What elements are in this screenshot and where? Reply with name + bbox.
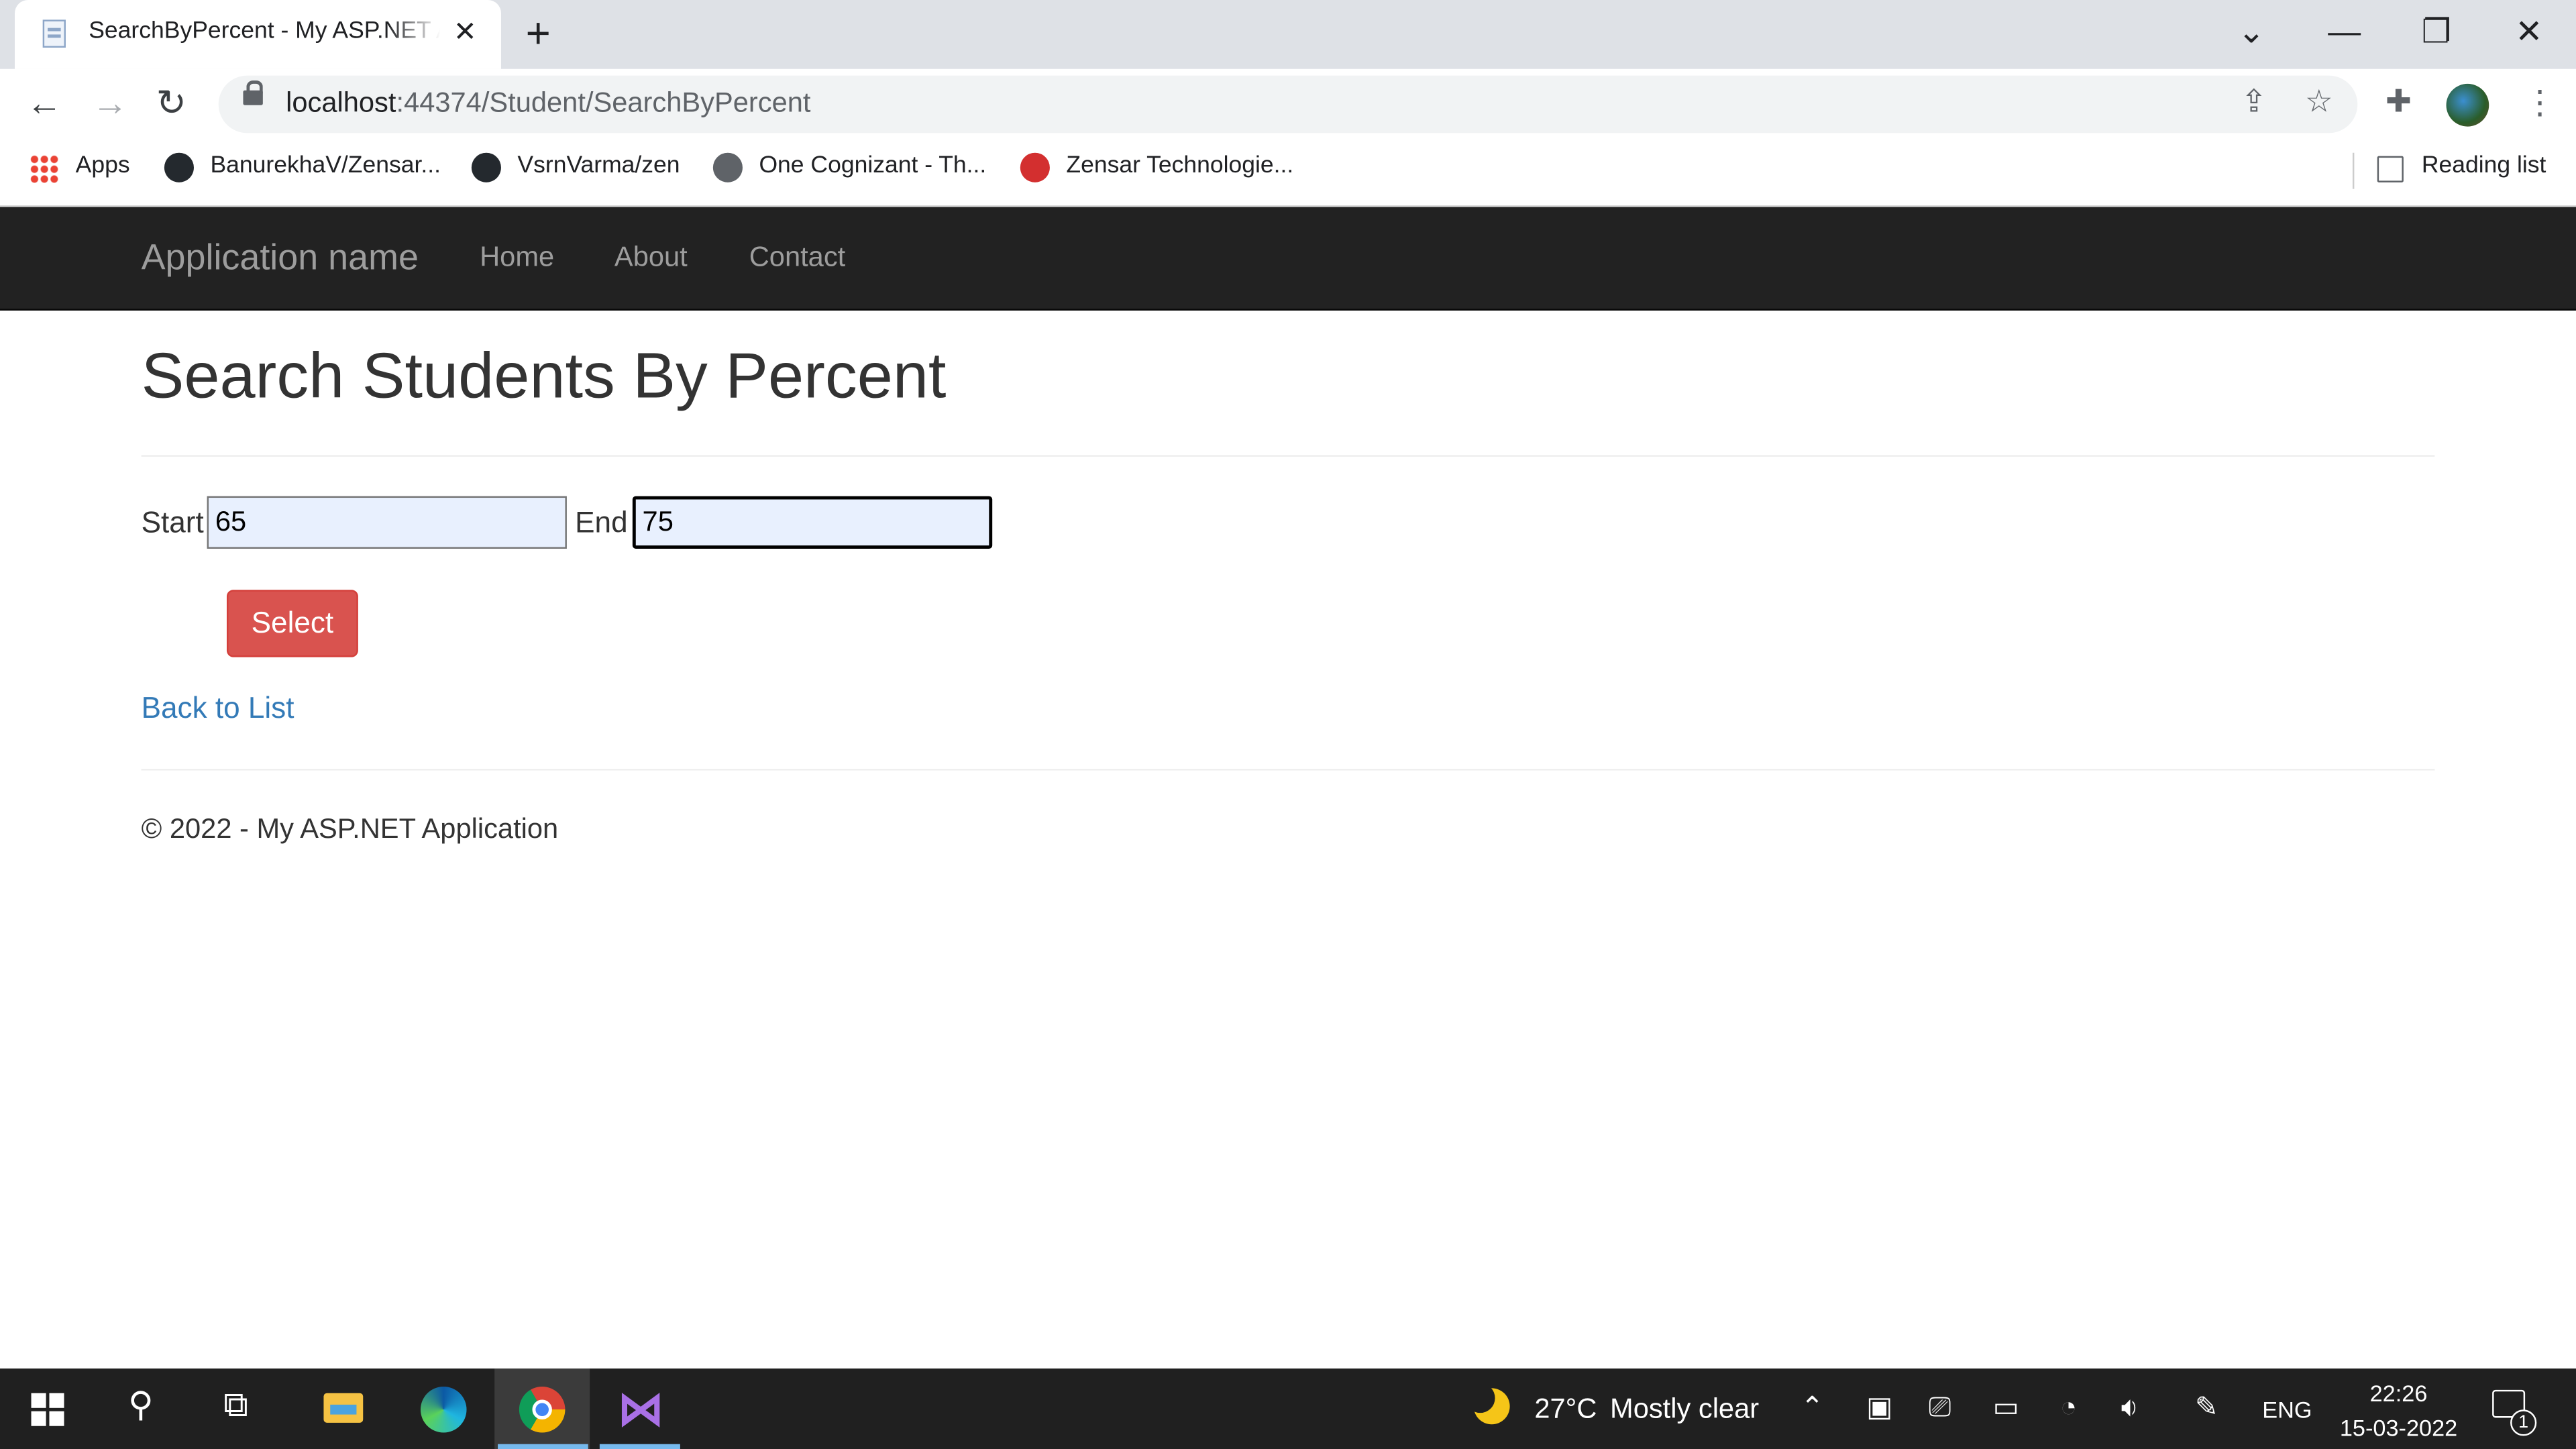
page-title: Search Students By Percent xyxy=(141,341,947,413)
tab-title: SearchByPercent - My ASP.NET Application xyxy=(89,17,440,45)
vs-running-indicator xyxy=(599,1444,680,1449)
display-icon[interactable]: ⎚ xyxy=(1929,1388,1951,1428)
volume-icon[interactable]: 🔉︎ xyxy=(2121,1388,2139,1428)
tab-close-icon[interactable]: ✕ xyxy=(453,17,477,48)
nav-about[interactable]: About xyxy=(614,241,688,274)
apps-grid-icon xyxy=(30,154,60,184)
nav-home[interactable]: Home xyxy=(480,241,554,274)
edge-icon[interactable] xyxy=(420,1386,467,1433)
file-explorer-icon[interactable] xyxy=(323,1393,364,1423)
restore-button[interactable]: ❐ xyxy=(2422,10,2451,56)
end-label: End xyxy=(575,506,628,539)
bookmark-vsrnvarma[interactable]: VsrnVarma/zen xyxy=(517,153,680,179)
page-favicon-icon xyxy=(42,19,66,48)
chrome-icon[interactable] xyxy=(519,1386,566,1433)
pen-icon[interactable]: ✎ xyxy=(2195,1388,2218,1428)
weather-moon-icon[interactable] xyxy=(1465,1383,1510,1425)
bookmark-apps[interactable]: Apps xyxy=(76,153,130,179)
url-text[interactable]: localhost:44374/Student/SearchByPercent xyxy=(286,87,810,120)
start-label: Start xyxy=(141,506,204,539)
taskbar xyxy=(0,1368,2576,1449)
footer-text: © 2022 - My ASP.NET Application xyxy=(141,813,559,845)
globe-icon xyxy=(712,152,743,182)
nav-contact[interactable]: Contact xyxy=(749,241,845,274)
minimize-button[interactable]: — xyxy=(2328,10,2361,56)
zensar-icon xyxy=(1020,152,1050,182)
bookmark-banurekhav[interactable]: BanurekhaV/Zensar... xyxy=(210,153,440,179)
back-to-list-link[interactable]: Back to List xyxy=(142,692,294,726)
clock[interactable]: 22:26 15-03-2022 xyxy=(2333,1377,2465,1446)
back-button[interactable]: ← xyxy=(26,80,62,127)
bookmark-zensar[interactable]: Zensar Technologie... xyxy=(1066,153,1293,179)
close-window-button[interactable]: ✕ xyxy=(2515,10,2542,56)
clock-date: 15-03-2022 xyxy=(2339,1414,2458,1441)
weather-text[interactable]: Mostly clear xyxy=(1610,1393,1759,1426)
chevron-up-icon[interactable]: ⌃ xyxy=(1801,1388,1824,1428)
meet-now-icon[interactable]: ▣ xyxy=(1866,1388,1892,1428)
end-input[interactable] xyxy=(632,496,993,549)
chrome-running-indicator xyxy=(498,1444,588,1449)
battery-icon[interactable]: ▭ xyxy=(1993,1388,2019,1428)
language-indicator[interactable]: ENG xyxy=(2262,1397,2312,1423)
lock-icon[interactable] xyxy=(243,80,263,105)
bookmarks-separator xyxy=(2352,152,2355,189)
reading-list-icon xyxy=(2377,156,2404,182)
tab-search-button[interactable]: ⌄ xyxy=(2238,10,2265,56)
bookmark-one-cognizant[interactable]: One Cognizant - Th... xyxy=(759,153,986,179)
url-host: localhost xyxy=(286,87,396,119)
weather-temp[interactable]: 27°C xyxy=(1534,1393,1597,1426)
navbar-brand[interactable]: Application name xyxy=(142,237,419,280)
select-button[interactable]: Select xyxy=(226,590,358,657)
extensions-icon[interactable]: ✚ xyxy=(2385,84,2412,123)
profile-avatar[interactable] xyxy=(2446,83,2489,127)
footer-divider xyxy=(141,769,2435,771)
url-path: :44374/Student/SearchByPercent xyxy=(396,87,811,119)
start-input[interactable] xyxy=(207,496,567,549)
windows-start-icon[interactable] xyxy=(31,1393,64,1426)
menu-kebab-icon[interactable]: ⋮ xyxy=(2524,82,2557,123)
task-view-icon[interactable]: ⧉ xyxy=(223,1385,248,1428)
divider xyxy=(141,455,2435,457)
github-icon xyxy=(164,152,194,182)
visual-studio-icon[interactable]: ⋈ xyxy=(618,1384,664,1434)
bookmark-star-icon[interactable]: ☆ xyxy=(2305,84,2333,123)
notification-count-badge: 1 xyxy=(2510,1409,2537,1436)
share-icon[interactable]: ⇪ xyxy=(2241,84,2267,123)
forward-button[interactable]: → xyxy=(92,80,128,127)
new-tab-button[interactable]: + xyxy=(526,10,551,56)
search-icon[interactable]: ⚲ xyxy=(128,1385,154,1428)
reload-button[interactable]: ↻ xyxy=(156,80,186,127)
clock-time: 22:26 xyxy=(2369,1380,2428,1407)
github-icon xyxy=(471,152,501,182)
reading-list-button[interactable]: Reading list xyxy=(2422,153,2546,179)
wifi-icon[interactable]: ◔ xyxy=(2060,1388,2077,1428)
